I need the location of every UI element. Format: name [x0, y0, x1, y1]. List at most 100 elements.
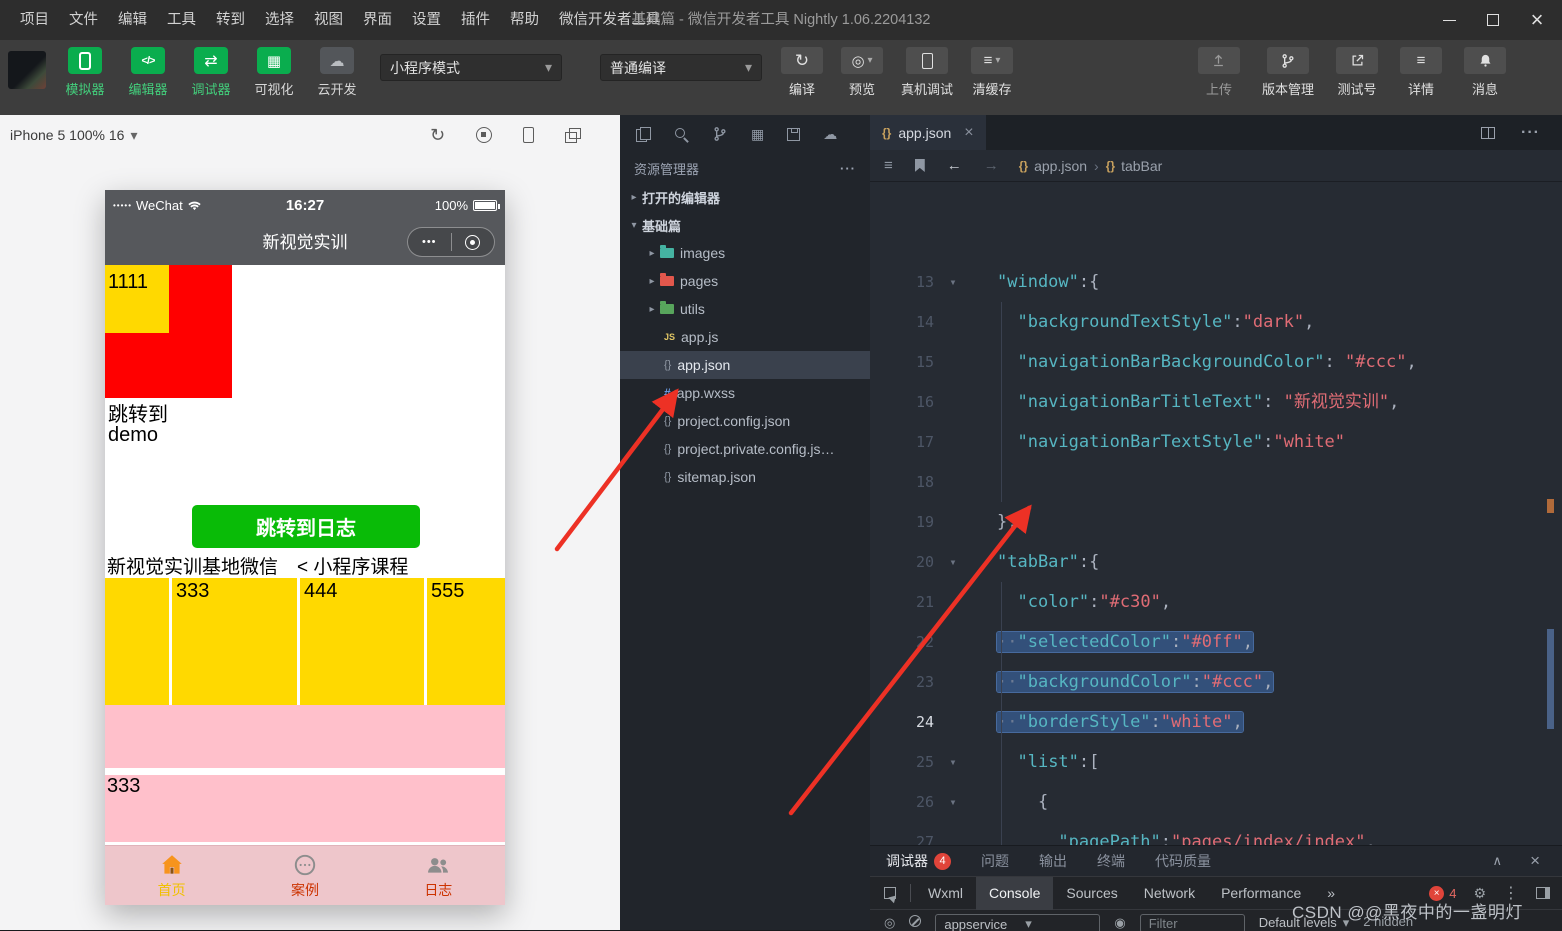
breadcrumb-item-file[interactable]: app.json: [1019, 158, 1087, 174]
grid-icon[interactable]: [751, 126, 764, 143]
more-dots-icon[interactable]: •••: [408, 236, 451, 248]
debugger-tab[interactable]: 问题: [981, 851, 1009, 871]
tree-item-pages[interactable]: ▸pages: [620, 267, 870, 295]
branch-icon[interactable]: [712, 126, 728, 142]
back-arrow-icon[interactable]: [947, 157, 962, 174]
code-line[interactable]: 23··"backgroundColor":"#ccc",: [870, 662, 1562, 702]
tree-section[interactable]: ▾基础篇: [620, 211, 870, 239]
outline-icon[interactable]: [884, 157, 893, 174]
live-expression-eye-icon[interactable]: [1114, 915, 1125, 931]
editor-tab-app-json[interactable]: app.json ×: [870, 115, 986, 150]
tree-item-app.js[interactable]: app.js: [620, 323, 870, 351]
debugger-tab[interactable]: 输出: [1039, 851, 1067, 871]
menu-item[interactable]: 编辑: [108, 0, 157, 40]
panel-layout-icon[interactable]: [1536, 887, 1550, 899]
toolbar-action-preview-eye[interactable]: ▾预览: [841, 47, 883, 98]
mode-select[interactable]: 小程序模式: [380, 54, 562, 81]
compile-mode-select[interactable]: 普通编译: [600, 54, 762, 81]
fold-toggle-icon[interactable]: ▾: [940, 742, 966, 782]
tree-item-utils[interactable]: ▸utils: [620, 295, 870, 323]
multiwindow-icon[interactable]: [565, 128, 581, 143]
toolbar-action-details[interactable]: 详情: [1400, 47, 1442, 98]
jump-text-line2[interactable]: demo: [108, 424, 158, 447]
code-line[interactable]: 14 "backgroundTextStyle":"dark",: [870, 302, 1562, 342]
toolbar-action-branch[interactable]: 版本管理: [1262, 47, 1314, 98]
tree-item-project.private.config.js[interactable]: project.private.config.js…: [620, 435, 870, 463]
phone-icon[interactable]: [523, 127, 534, 143]
toolbar-tile-editor[interactable]: 编辑器: [119, 47, 177, 98]
capsule-menu[interactable]: •••: [407, 227, 495, 257]
console-filter-input[interactable]: Filter: [1140, 914, 1245, 931]
inspect-icon[interactable]: [884, 887, 896, 899]
menu-item[interactable]: 视图: [304, 0, 353, 40]
tree-item-project.config.json[interactable]: project.config.json: [620, 407, 870, 435]
tree-item-app.json[interactable]: app.json: [620, 351, 870, 379]
code-line[interactable]: 19},: [870, 502, 1562, 542]
device-selector[interactable]: iPhone 5 100% 16: [0, 127, 137, 144]
tree-item-images[interactable]: ▸images: [620, 239, 870, 267]
bookmark-icon[interactable]: [915, 159, 925, 172]
menu-item[interactable]: 项目: [10, 0, 59, 40]
ellipsis-icon[interactable]: [840, 161, 856, 176]
avatar[interactable]: [8, 51, 46, 89]
tree-item-sitemap.json[interactable]: sitemap.json: [620, 463, 870, 491]
selector-icon[interactable]: [884, 915, 895, 931]
save-icon[interactable]: [787, 128, 800, 141]
maximize-button[interactable]: [1476, 3, 1510, 37]
fold-toggle-icon[interactable]: ▾: [940, 262, 966, 302]
breadcrumb-item-node[interactable]: tabBar: [1106, 158, 1163, 174]
stop-icon[interactable]: [476, 127, 492, 143]
devtools-tab-sources[interactable]: Sources: [1053, 877, 1130, 910]
toolbar-tile-visual[interactable]: 可视化: [245, 47, 303, 98]
devtools-tab-console[interactable]: Console: [976, 877, 1053, 910]
close-button[interactable]: [1520, 3, 1554, 37]
forward-arrow-icon[interactable]: [984, 157, 999, 174]
code-line[interactable]: 21 "color":"#c30",: [870, 582, 1562, 622]
close-icon[interactable]: [1530, 851, 1540, 871]
debugger-tab[interactable]: 代码质量: [1155, 851, 1211, 871]
code-line[interactable]: 16 "navigationBarTitleText": "新视觉实训",: [870, 382, 1562, 422]
menu-item[interactable]: 帮助: [500, 0, 549, 40]
code-line[interactable]: 26▾ {: [870, 782, 1562, 822]
tabbar-item[interactable]: 案例: [238, 846, 371, 905]
menu-item[interactable]: 转到: [206, 0, 255, 40]
code-area[interactable]: 13▾"window":{14 "backgroundTextStyle":"d…: [870, 249, 1562, 902]
code-line[interactable]: 15 "navigationBarBackgroundColor": "#ccc…: [870, 342, 1562, 382]
tree-section[interactable]: ▸打开的编辑器: [620, 183, 870, 211]
code-line[interactable]: 25▾ "list":[: [870, 742, 1562, 782]
refresh-icon[interactable]: [430, 125, 445, 146]
toolbar-action-message-bell[interactable]: 消息: [1464, 47, 1506, 98]
split-editor-icon[interactable]: [1481, 127, 1495, 139]
code-line[interactable]: 20▾"tabBar":{: [870, 542, 1562, 582]
ellipsis-icon[interactable]: [1521, 124, 1540, 142]
clear-console-icon[interactable]: [909, 915, 921, 927]
devtools-tab-network[interactable]: Network: [1131, 877, 1208, 910]
devtools-tab-wxml[interactable]: Wxml: [915, 877, 976, 910]
toolbar-tile-debugger[interactable]: 调试器: [182, 47, 240, 98]
close-icon[interactable]: ×: [964, 124, 973, 142]
context-select[interactable]: appservice: [935, 914, 1100, 931]
toolbar-action-compile[interactable]: 编译: [781, 47, 823, 98]
menu-item[interactable]: 插件: [451, 0, 500, 40]
code-line[interactable]: 17 "navigationBarTextStyle":"white": [870, 422, 1562, 462]
tabbar-item[interactable]: 日志: [372, 846, 505, 905]
toolbar-action-remote-debug[interactable]: 真机调试: [901, 47, 953, 98]
minimize-button[interactable]: [1432, 3, 1466, 37]
debugger-tab[interactable]: 调试器4: [886, 851, 951, 871]
menu-item[interactable]: 文件: [59, 0, 108, 40]
menu-item[interactable]: 工具: [157, 0, 206, 40]
tabbar-item-selected[interactable]: 首页: [105, 846, 238, 905]
code-line[interactable]: 13▾"window":{: [870, 262, 1562, 302]
cloud-icon[interactable]: [823, 126, 837, 143]
toolbar-action-upload[interactable]: 上传: [1198, 47, 1240, 98]
toolbar-tile-simulator[interactable]: 模拟器: [56, 47, 114, 98]
tree-item-app.wxss[interactable]: app.wxss: [620, 379, 870, 407]
copy-pages-icon[interactable]: [636, 127, 651, 142]
toolbar-tile-cloud-dev[interactable]: 云开发: [308, 47, 366, 98]
fold-toggle-icon[interactable]: ▾: [940, 542, 966, 582]
code-line[interactable]: 18: [870, 462, 1562, 502]
fold-toggle-icon[interactable]: ▾: [940, 782, 966, 822]
chevron-up-icon[interactable]: [1493, 851, 1503, 871]
jump-log-button[interactable]: 跳转到日志: [192, 505, 420, 548]
toolbar-action-test-account[interactable]: 测试号: [1336, 47, 1378, 98]
